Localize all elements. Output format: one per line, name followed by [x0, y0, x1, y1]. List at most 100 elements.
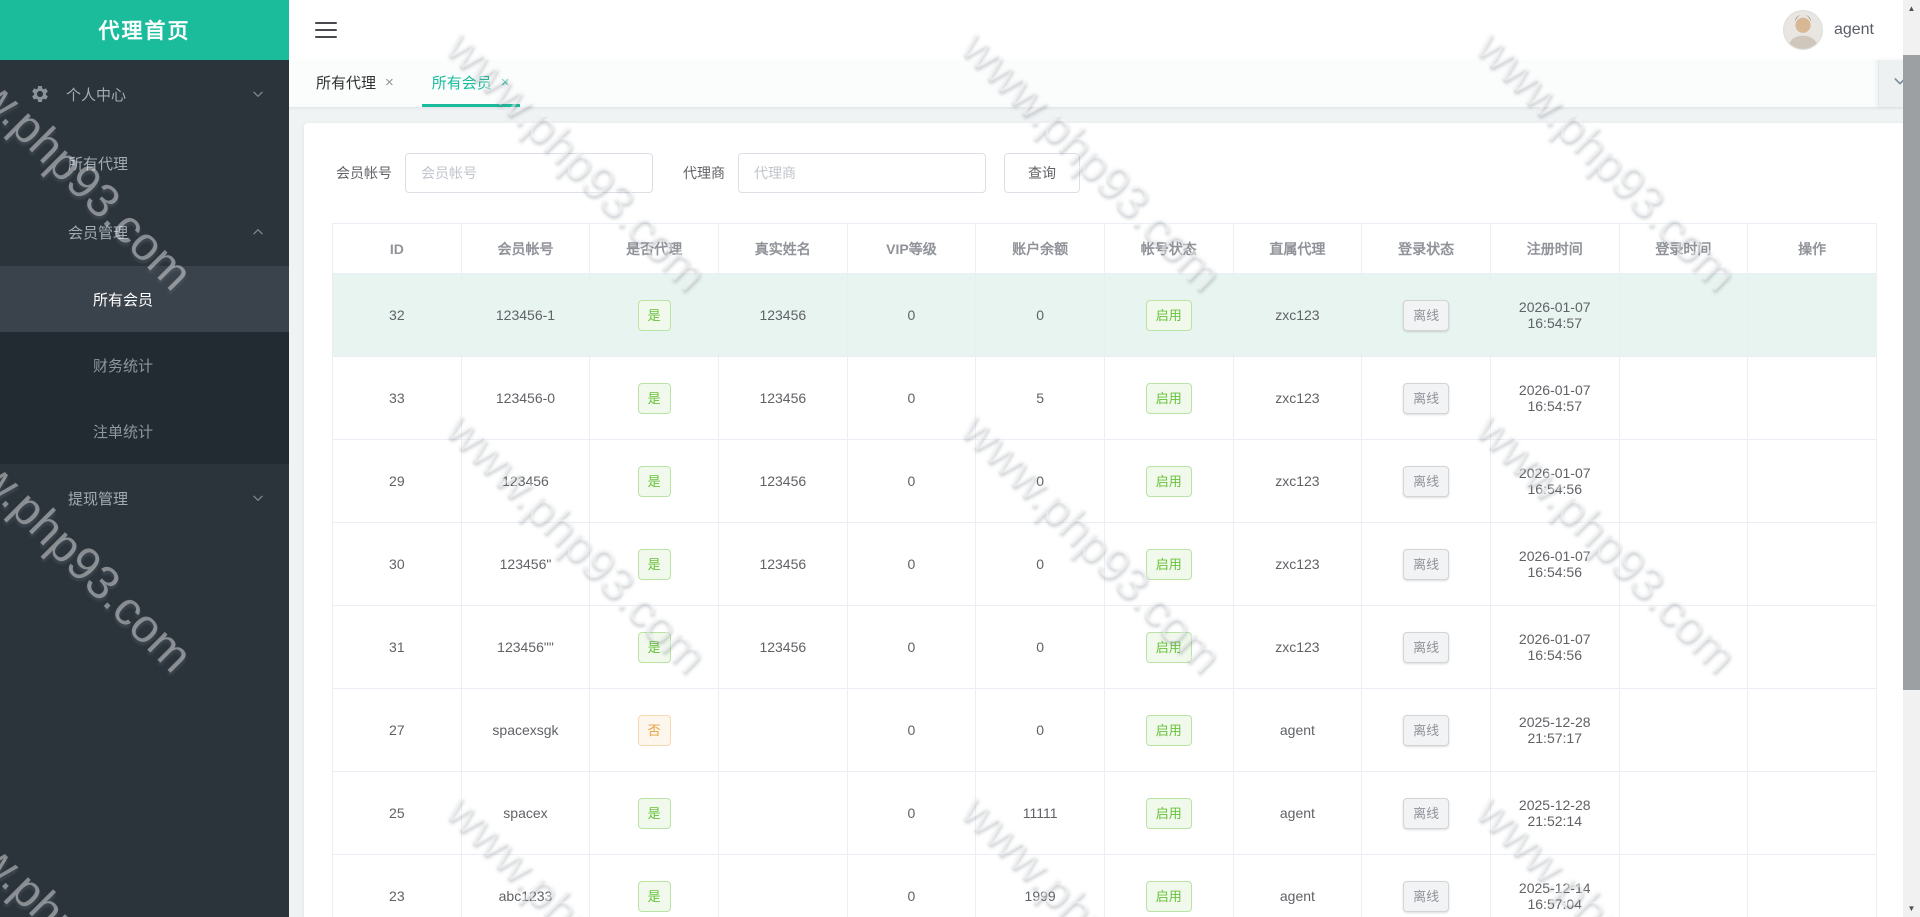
- status-badge: 是: [638, 632, 671, 663]
- table-row[interactable]: 30123456"是12345600启用zxc123离线2026-01-07 1…: [333, 523, 1877, 606]
- sidebar-item-withdraw-management[interactable]: 提现管理: [0, 464, 289, 532]
- table-cell: 31: [333, 606, 462, 689]
- table-cell: [1748, 772, 1877, 855]
- table-cell: 32: [333, 274, 462, 357]
- table-cell: [1619, 689, 1748, 772]
- table-cell: zxc123: [1233, 606, 1362, 689]
- avatar: [1783, 10, 1823, 50]
- username: agent: [1834, 21, 1874, 39]
- topbar: agent: [289, 0, 1920, 60]
- table-cell: 启用: [1104, 772, 1233, 855]
- sidebar-item-all-agents[interactable]: 所有代理: [0, 128, 289, 198]
- table-cell: [1619, 855, 1748, 917]
- query-button[interactable]: 查询: [1004, 153, 1080, 193]
- sidebar: 代理首页 个人中心所有代理会员管理所有会员财务统计注单统计提现管理: [0, 0, 289, 917]
- sidebar-item-member-management[interactable]: 会员管理: [0, 198, 289, 266]
- table-cell: 29: [333, 440, 462, 523]
- table-cell: 123456"": [461, 606, 590, 689]
- table-row[interactable]: 33123456-0是12345605启用zxc123离线2026-01-07 …: [333, 357, 1877, 440]
- table-cell: [1748, 855, 1877, 917]
- member-account-input[interactable]: [405, 153, 653, 193]
- tab-all-members[interactable]: 所有会员 ×: [422, 60, 520, 107]
- gear-icon: [30, 84, 50, 104]
- scroll-up-icon[interactable]: ▲: [1903, 0, 1920, 17]
- status-badge: 启用: [1146, 715, 1192, 746]
- browser-scrollbar[interactable]: ▲ ▼: [1903, 0, 1920, 917]
- table-cell: 是: [590, 855, 719, 917]
- sidebar-item-all-members[interactable]: 所有会员: [0, 266, 289, 332]
- table-cell: [1619, 274, 1748, 357]
- status-badge: 启用: [1146, 798, 1192, 829]
- tab-all-agents[interactable]: 所有代理×: [306, 60, 404, 107]
- chevron-down-icon: [251, 87, 265, 101]
- table-row[interactable]: 25spacex是011111启用agent离线2025-12-28 21:52…: [333, 772, 1877, 855]
- table-cell: 启用: [1104, 689, 1233, 772]
- status-badge: 是: [638, 466, 671, 497]
- table-cell: 2026-01-07 16:54:57: [1490, 274, 1619, 357]
- table-row[interactable]: 31123456""是12345600启用zxc123离线2026-01-07 …: [333, 606, 1877, 689]
- table-cell: 离线: [1362, 357, 1491, 440]
- table-cell: 123456: [718, 606, 847, 689]
- table-cell: zxc123: [1233, 440, 1362, 523]
- column-header: 操作: [1748, 224, 1877, 274]
- table-cell: 11111: [976, 772, 1105, 855]
- member-account-label: 会员帐号: [336, 163, 392, 183]
- table-cell: [718, 772, 847, 855]
- user-menu[interactable]: agent: [1783, 10, 1874, 50]
- table-cell: [718, 855, 847, 917]
- table-cell: 0: [976, 689, 1105, 772]
- table-cell: 启用: [1104, 274, 1233, 357]
- column-header: 注册时间: [1490, 224, 1619, 274]
- content-card: 会员帐号 代理商 查询 ID会员帐号是否代理真实姓名VIP等级账户余额帐号状态直…: [304, 123, 1905, 917]
- table-cell: zxc123: [1233, 357, 1362, 440]
- tab-label: 所有会员: [432, 72, 492, 93]
- hamburger-menu-icon[interactable]: [315, 22, 337, 38]
- table-cell: [1748, 274, 1877, 357]
- column-header: 帐号状态: [1104, 224, 1233, 274]
- sidebar-item-label: 财务统计: [93, 355, 153, 376]
- status-badge: 离线: [1403, 798, 1449, 829]
- table-cell: 是: [590, 772, 719, 855]
- table-row[interactable]: 23abc1233是01999启用agent离线2025-12-14 16:57…: [333, 855, 1877, 917]
- table-cell: agent: [1233, 855, 1362, 917]
- table-row[interactable]: 32123456-1是12345600启用zxc123离线2026-01-07 …: [333, 274, 1877, 357]
- table-cell: abc1233: [461, 855, 590, 917]
- table-cell: 5: [976, 357, 1105, 440]
- sidebar-item-finance-stats[interactable]: 财务统计: [0, 332, 289, 398]
- table-row[interactable]: 27spacexsgk否00启用agent离线2025-12-28 21:57:…: [333, 689, 1877, 772]
- scroll-down-icon[interactable]: ▼: [1903, 900, 1920, 917]
- status-badge: 启用: [1146, 300, 1192, 331]
- table-cell: [718, 689, 847, 772]
- sidebar-item-label: 个人中心: [66, 84, 126, 105]
- table-cell: 0: [976, 606, 1105, 689]
- scrollbar-thumb[interactable]: [1903, 55, 1920, 690]
- table-cell: [1748, 689, 1877, 772]
- table-cell: 0: [976, 274, 1105, 357]
- table-cell: 0: [847, 606, 976, 689]
- agent-label: 代理商: [683, 163, 725, 183]
- tab-bar: 所有代理× 所有会员 ×: [289, 60, 1920, 108]
- search-form: 会员帐号 代理商 查询: [336, 153, 1877, 193]
- status-badge: 离线: [1403, 715, 1449, 746]
- table-row[interactable]: 29123456是12345600启用zxc123离线2026-01-07 16…: [333, 440, 1877, 523]
- close-icon[interactable]: ×: [501, 75, 510, 90]
- table-cell: 23: [333, 855, 462, 917]
- chevron-down-icon: [251, 491, 265, 505]
- agent-input[interactable]: [738, 153, 986, 193]
- table-cell: 0: [847, 523, 976, 606]
- status-badge: 启用: [1146, 466, 1192, 497]
- close-icon[interactable]: ×: [385, 75, 394, 90]
- sidebar-item-order-stats[interactable]: 注单统计: [0, 398, 289, 464]
- column-header: ID: [333, 224, 462, 274]
- status-badge: 否: [638, 715, 671, 746]
- sidebar-item-label: 所有会员: [93, 289, 153, 310]
- content-area: 会员帐号 代理商 查询 ID会员帐号是否代理真实姓名VIP等级账户余额帐号状态直…: [289, 108, 1920, 917]
- column-header: 真实姓名: [718, 224, 847, 274]
- table-cell: [1748, 523, 1877, 606]
- table-cell: 123456: [461, 440, 590, 523]
- sidebar-item-personal-center[interactable]: 个人中心: [0, 60, 289, 128]
- table-cell: 0: [847, 440, 976, 523]
- table-cell: 2026-01-07 16:54:57: [1490, 357, 1619, 440]
- status-badge: 启用: [1146, 632, 1192, 663]
- table-cell: 123456: [718, 357, 847, 440]
